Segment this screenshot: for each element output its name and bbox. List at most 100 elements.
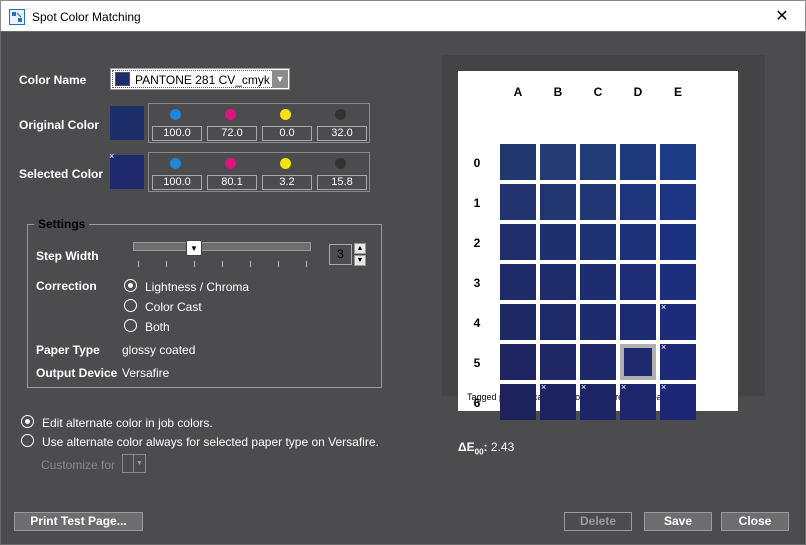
original-cyan-value: 100.0 (152, 126, 202, 141)
tagged-mark-icon: × (581, 382, 587, 392)
window-title: Spot Color Matching (32, 10, 141, 24)
color-patch[interactable] (540, 264, 576, 300)
color-patch[interactable] (660, 184, 696, 220)
color-patch[interactable]: × (660, 382, 696, 420)
selected-color-swatch: × (109, 151, 144, 189)
tagged-mark-icon: × (541, 382, 547, 392)
color-patch[interactable] (660, 264, 696, 300)
window-close-button[interactable]: ✕ (759, 1, 805, 32)
step-width-label: Step Width (36, 249, 99, 263)
step-width-input[interactable]: 3 (329, 244, 352, 265)
grid-row-header: 4 (473, 316, 481, 330)
correction-option-label: Lightness / Chroma (145, 280, 250, 294)
correction-radio-1[interactable] (124, 299, 137, 312)
grid-row-header: 0 (473, 156, 481, 170)
paper-type-value: glossy coated (122, 343, 196, 357)
yellow-ink-icon (280, 109, 291, 120)
color-patch[interactable]: × (540, 382, 576, 420)
selected-black-value: 15.8 (317, 175, 367, 190)
color-patch[interactable] (660, 144, 696, 180)
color-name-dropdown[interactable]: PANTONE 281 CV_cmyk ▼ (110, 68, 290, 90)
color-patch[interactable] (500, 264, 536, 300)
slider-tick (222, 261, 223, 267)
tagged-mark-icon: × (661, 382, 667, 392)
paper-type-label: Paper Type (36, 343, 100, 357)
grid-column-header: C (593, 85, 603, 99)
delete-button[interactable]: Delete (564, 512, 632, 531)
color-patch[interactable] (580, 264, 616, 300)
output-device-value: Versafire (122, 366, 170, 380)
color-patch[interactable] (500, 304, 536, 340)
selected-cmyk-panel: 100.0 80.1 3.2 15.8 (148, 152, 370, 192)
color-patch[interactable] (620, 184, 656, 220)
grid-row-header: 1 (473, 196, 481, 210)
original-color-swatch (110, 106, 144, 140)
tagged-mark-icon: × (661, 302, 667, 312)
color-patch[interactable] (540, 184, 576, 220)
spin-down-icon[interactable]: ▼ (354, 255, 366, 266)
grid-column-header: D (633, 85, 643, 99)
color-patch[interactable] (580, 344, 616, 380)
original-yellow-value: 0.0 (262, 126, 312, 141)
slider-thumb-handle[interactable]: ▼ (186, 240, 202, 256)
color-name-swatch (115, 72, 130, 86)
original-black-value: 32.0 (317, 126, 367, 141)
color-patch[interactable] (580, 144, 616, 180)
color-patch[interactable] (620, 304, 656, 340)
color-patch[interactable] (500, 144, 536, 180)
color-patch[interactable] (540, 144, 576, 180)
spot-color-app-icon (9, 9, 25, 25)
color-patch[interactable] (660, 224, 696, 260)
grid-row-header: 5 (473, 356, 481, 370)
chevron-down-icon[interactable]: ▼ (272, 70, 288, 88)
color-name-value: PANTONE 281 CV_cmyk (135, 73, 270, 87)
color-patch[interactable] (620, 344, 656, 380)
color-patch[interactable] (580, 304, 616, 340)
color-patch[interactable] (540, 344, 576, 380)
color-patch[interactable] (580, 184, 616, 220)
slider-tick (306, 261, 307, 267)
color-patch[interactable] (500, 384, 536, 420)
color-patch[interactable] (620, 144, 656, 180)
color-patch[interactable]: × (620, 382, 656, 420)
alternate-radio-1[interactable] (21, 434, 34, 447)
slider-tick (278, 261, 279, 267)
close-button[interactable]: Close (721, 512, 789, 531)
delta-e-symbol: ΔE (458, 440, 475, 454)
correction-radio-2[interactable] (124, 319, 137, 332)
color-patch[interactable] (500, 184, 536, 220)
delta-e-value: 2.43 (490, 440, 515, 454)
alternate-radio-0[interactable] (21, 415, 34, 428)
color-patch[interactable] (620, 224, 656, 260)
save-button[interactable]: Save (644, 512, 712, 531)
color-patch[interactable]: × (580, 382, 616, 420)
correction-radio-0[interactable] (124, 279, 137, 292)
magenta-ink-icon (225, 109, 236, 120)
slider-tick (194, 261, 195, 267)
chevron-down-icon: ▼ (133, 455, 145, 472)
color-patch[interactable] (500, 224, 536, 260)
black-ink-icon (335, 109, 346, 120)
color-patch[interactable]: × (660, 342, 696, 380)
color-patch[interactable] (500, 344, 536, 380)
step-width-slider[interactable] (133, 242, 311, 251)
color-patch[interactable] (540, 224, 576, 260)
grid-row-header: 6 (473, 396, 481, 410)
delta-e-colon: : (483, 440, 488, 454)
black-ink-icon (335, 158, 346, 169)
color-patch[interactable] (540, 304, 576, 340)
tagged-mark-icon: × (661, 342, 667, 352)
original-cmyk-panel: 100.0 72.0 0.0 32.0 (148, 103, 370, 143)
correction-option-label: Both (145, 320, 170, 334)
color-patch[interactable] (620, 264, 656, 300)
customize-for-dropdown[interactable]: ▼ (122, 454, 146, 473)
output-device-label: Output Device (36, 366, 118, 380)
grid-row-header: 3 (473, 276, 481, 290)
color-patch[interactable]: × (660, 302, 696, 340)
spin-up-icon[interactable]: ▲ (354, 243, 366, 254)
magenta-ink-icon (225, 158, 236, 169)
print-test-page-button[interactable]: Print Test Page... (14, 512, 143, 531)
original-color-label: Original Color (19, 118, 100, 132)
settings-title: Settings (34, 217, 90, 231)
color-patch[interactable] (580, 224, 616, 260)
